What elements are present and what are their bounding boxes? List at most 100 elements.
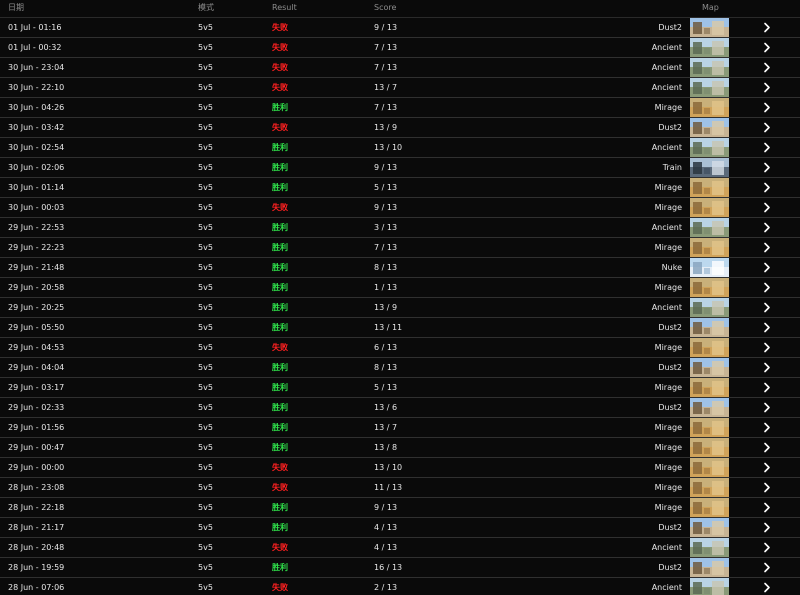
- chevron-right-icon[interactable]: [762, 322, 772, 333]
- table-row[interactable]: 29 Jun - 00:00 5v5 失败 13 / 10 Mirage: [0, 458, 800, 478]
- chevron-right-icon[interactable]: [762, 202, 772, 213]
- chevron-right-icon[interactable]: [762, 522, 772, 533]
- chevron-right-icon[interactable]: [762, 502, 772, 513]
- chevron-right-icon[interactable]: [762, 242, 772, 253]
- match-mode: 5v5: [198, 363, 213, 372]
- match-result: 胜利: [272, 223, 288, 232]
- chevron-right-icon[interactable]: [762, 162, 772, 173]
- chevron-right-icon[interactable]: [762, 302, 772, 313]
- table-row[interactable]: 29 Jun - 01:56 5v5 胜利 13 / 7 Mirage: [0, 418, 800, 438]
- table-row[interactable]: 29 Jun - 04:53 5v5 失败 6 / 13 Mirage: [0, 338, 800, 358]
- match-mode: 5v5: [198, 63, 213, 72]
- chevron-right-icon[interactable]: [762, 82, 772, 93]
- table-row[interactable]: 29 Jun - 20:58 5v5 胜利 1 / 13 Mirage: [0, 278, 800, 298]
- table-row[interactable]: 28 Jun - 22:18 5v5 胜利 9 / 13 Mirage: [0, 498, 800, 518]
- match-mode: 5v5: [198, 183, 213, 192]
- match-result: 胜利: [272, 443, 288, 452]
- map-name: Mirage: [654, 103, 682, 112]
- chevron-right-icon[interactable]: [762, 142, 772, 153]
- map-thumbnail: [690, 258, 729, 277]
- chevron-right-icon[interactable]: [762, 122, 772, 133]
- column-header-map: Map: [702, 3, 719, 12]
- match-mode: 5v5: [198, 483, 213, 492]
- chevron-right-icon[interactable]: [762, 562, 772, 573]
- match-mode: 5v5: [198, 383, 213, 392]
- chevron-right-icon[interactable]: [762, 262, 772, 273]
- match-mode: 5v5: [198, 563, 213, 572]
- match-score: 11 / 13: [374, 483, 403, 492]
- table-row[interactable]: 28 Jun - 21:17 5v5 胜利 4 / 13 Dust2: [0, 518, 800, 538]
- table-row[interactable]: 29 Jun - 02:33 5v5 胜利 13 / 6 Dust2: [0, 398, 800, 418]
- chevron-right-icon[interactable]: [762, 462, 772, 473]
- chevron-right-icon[interactable]: [762, 282, 772, 293]
- match-rows: 01 Jul - 01:16 5v5 失败 9 / 13 Dust2 01 Jul - 0…: [0, 18, 800, 595]
- table-row[interactable]: 29 Jun - 00:47 5v5 胜利 13 / 8 Mirage: [0, 438, 800, 458]
- match-date: 29 Jun - 04:53: [8, 343, 65, 352]
- table-row[interactable]: 29 Jun - 05:50 5v5 胜利 13 / 11 Dust2: [0, 318, 800, 338]
- match-score: 1 / 13: [374, 283, 398, 292]
- table-row[interactable]: 30 Jun - 04:26 5v5 胜利 7 / 13 Mirage: [0, 98, 800, 118]
- chevron-right-icon[interactable]: [762, 542, 772, 553]
- match-result: 失败: [272, 543, 288, 552]
- map-name: Ancient: [651, 63, 682, 72]
- match-score: 9 / 13: [374, 503, 398, 512]
- chevron-right-icon[interactable]: [762, 402, 772, 413]
- chevron-right-icon[interactable]: [762, 382, 772, 393]
- match-date: 30 Jun - 03:42: [8, 123, 65, 132]
- table-row[interactable]: 29 Jun - 04:04 5v5 胜利 8 / 13 Dust2: [0, 358, 800, 378]
- chevron-right-icon[interactable]: [762, 582, 772, 593]
- table-row[interactable]: 28 Jun - 23:08 5v5 失败 11 / 13 Mirage: [0, 478, 800, 498]
- chevron-right-icon[interactable]: [762, 482, 772, 493]
- match-score: 13 / 7: [374, 83, 398, 92]
- match-score: 8 / 13: [374, 263, 398, 272]
- map-name: Dust2: [658, 23, 682, 32]
- table-row[interactable]: 29 Jun - 22:53 5v5 胜利 3 / 13 Ancient: [0, 218, 800, 238]
- match-mode: 5v5: [198, 243, 213, 252]
- match-date: 01 Jul - 01:16: [8, 23, 62, 32]
- map-name: Ancient: [651, 543, 682, 552]
- chevron-right-icon[interactable]: [762, 182, 772, 193]
- chevron-right-icon[interactable]: [762, 342, 772, 353]
- map-thumbnail: [690, 438, 729, 457]
- map-name: Dust2: [658, 323, 682, 332]
- table-row[interactable]: 30 Jun - 02:06 5v5 胜利 9 / 13 Train: [0, 158, 800, 178]
- table-row[interactable]: 28 Jun - 07:06 5v5 失败 2 / 13 Ancient: [0, 578, 800, 595]
- table-row[interactable]: 01 Jul - 00:32 5v5 失败 7 / 13 Ancient: [0, 38, 800, 58]
- table-row[interactable]: 30 Jun - 23:04 5v5 失败 7 / 13 Ancient: [0, 58, 800, 78]
- chevron-right-icon[interactable]: [762, 362, 772, 373]
- table-row[interactable]: 30 Jun - 02:54 5v5 胜利 13 / 10 Ancient: [0, 138, 800, 158]
- table-row[interactable]: 30 Jun - 00:03 5v5 失败 9 / 13 Mirage: [0, 198, 800, 218]
- table-row[interactable]: 30 Jun - 22:10 5v5 失败 13 / 7 Ancient: [0, 78, 800, 98]
- match-result: 胜利: [272, 103, 288, 112]
- match-result: 胜利: [272, 503, 288, 512]
- match-result: 失败: [272, 483, 288, 492]
- match-date: 29 Jun - 05:50: [8, 323, 65, 332]
- table-row[interactable]: 29 Jun - 21:48 5v5 胜利 8 / 13 Nuke: [0, 258, 800, 278]
- match-date: 29 Jun - 02:33: [8, 403, 65, 412]
- chevron-right-icon[interactable]: [762, 102, 772, 113]
- table-row[interactable]: 30 Jun - 03:42 5v5 失败 13 / 9 Dust2: [0, 118, 800, 138]
- match-mode: 5v5: [198, 43, 213, 52]
- table-row[interactable]: 29 Jun - 20:25 5v5 胜利 13 / 9 Ancient: [0, 298, 800, 318]
- match-date: 01 Jul - 00:32: [8, 43, 62, 52]
- table-row[interactable]: 28 Jun - 20:48 5v5 失败 4 / 13 Ancient: [0, 538, 800, 558]
- chevron-right-icon[interactable]: [762, 422, 772, 433]
- map-name: Mirage: [654, 183, 682, 192]
- match-result: 胜利: [272, 163, 288, 172]
- match-score: 13 / 10: [374, 463, 403, 472]
- table-row[interactable]: 29 Jun - 22:23 5v5 胜利 7 / 13 Mirage: [0, 238, 800, 258]
- table-row[interactable]: 28 Jun - 19:59 5v5 胜利 16 / 13 Dust2: [0, 558, 800, 578]
- map-name: Dust2: [658, 563, 682, 572]
- map-thumbnail: [690, 398, 729, 417]
- table-row[interactable]: 01 Jul - 01:16 5v5 失败 9 / 13 Dust2: [0, 18, 800, 38]
- chevron-right-icon[interactable]: [762, 62, 772, 73]
- match-date: 29 Jun - 20:25: [8, 303, 65, 312]
- table-row[interactable]: 30 Jun - 01:14 5v5 胜利 5 / 13 Mirage: [0, 178, 800, 198]
- map-name: Ancient: [651, 143, 682, 152]
- chevron-right-icon[interactable]: [762, 442, 772, 453]
- chevron-right-icon[interactable]: [762, 222, 772, 233]
- chevron-right-icon[interactable]: [762, 42, 772, 53]
- chevron-right-icon[interactable]: [762, 22, 772, 33]
- table-row[interactable]: 29 Jun - 03:17 5v5 胜利 5 / 13 Mirage: [0, 378, 800, 398]
- match-score: 13 / 6: [374, 403, 398, 412]
